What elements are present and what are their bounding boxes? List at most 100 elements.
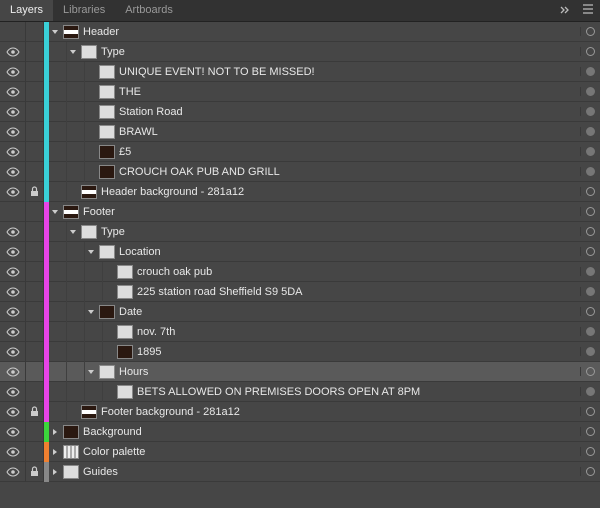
visibility-toggle[interactable] (0, 282, 26, 302)
tab-libraries[interactable]: Libraries (53, 0, 115, 21)
disclosure-triangle[interactable] (49, 28, 61, 36)
panel-expand-icon[interactable] (560, 5, 576, 17)
layer-row[interactable]: THE (0, 82, 600, 102)
layer-row[interactable]: Type (0, 42, 600, 62)
visibility-toggle[interactable] (0, 162, 26, 182)
lock-toggle[interactable] (26, 302, 44, 322)
selection-indicator[interactable] (580, 147, 600, 156)
visibility-toggle[interactable] (0, 202, 26, 222)
visibility-toggle[interactable] (0, 242, 26, 262)
layer-label[interactable]: UNIQUE EVENT! NOT TO BE MISSED! (119, 66, 580, 78)
panel-menu-icon[interactable] (582, 4, 594, 17)
lock-toggle[interactable] (26, 402, 44, 422)
lock-toggle[interactable] (26, 442, 44, 462)
selection-indicator[interactable] (580, 407, 600, 416)
layer-label[interactable]: BETS ALLOWED ON PREMISES DOORS OPEN AT 8… (137, 386, 580, 398)
layer-row[interactable]: Footer background - 281a12 (0, 402, 600, 422)
selection-indicator[interactable] (580, 307, 600, 316)
visibility-toggle[interactable] (0, 42, 26, 62)
disclosure-triangle[interactable] (67, 48, 79, 56)
lock-toggle[interactable] (26, 82, 44, 102)
layer-label[interactable]: £5 (119, 146, 580, 158)
disclosure-triangle[interactable] (49, 448, 61, 456)
selection-indicator[interactable] (580, 427, 600, 436)
selection-indicator[interactable] (580, 347, 600, 356)
visibility-toggle[interactable] (0, 442, 26, 462)
layer-label[interactable]: Header (83, 26, 580, 38)
lock-toggle[interactable] (26, 122, 44, 142)
lock-toggle[interactable] (26, 242, 44, 262)
visibility-toggle[interactable] (0, 102, 26, 122)
layer-label[interactable]: Header background - 281a12 (101, 186, 580, 198)
layer-row[interactable]: Hours (0, 362, 600, 382)
tab-artboards[interactable]: Artboards (115, 0, 183, 21)
layer-label[interactable]: Hours (119, 366, 580, 378)
selection-indicator[interactable] (580, 247, 600, 256)
layer-label[interactable]: Footer background - 281a12 (101, 406, 580, 418)
selection-indicator[interactable] (580, 367, 600, 376)
disclosure-triangle[interactable] (85, 308, 97, 316)
visibility-toggle[interactable] (0, 82, 26, 102)
layer-row[interactable]: BRAWL (0, 122, 600, 142)
visibility-toggle[interactable] (0, 182, 26, 202)
selection-indicator[interactable] (580, 387, 600, 396)
layer-row[interactable]: BETS ALLOWED ON PREMISES DOORS OPEN AT 8… (0, 382, 600, 402)
layer-label[interactable]: Background (83, 426, 580, 438)
lock-toggle[interactable] (26, 322, 44, 342)
selection-indicator[interactable] (580, 167, 600, 176)
layer-label[interactable]: crouch oak pub (137, 266, 580, 278)
layer-row[interactable]: Type (0, 222, 600, 242)
selection-indicator[interactable] (580, 447, 600, 456)
layer-row[interactable]: Header (0, 22, 600, 42)
lock-toggle[interactable] (26, 182, 44, 202)
layer-label[interactable]: Type (101, 46, 580, 58)
visibility-toggle[interactable] (0, 402, 26, 422)
visibility-toggle[interactable] (0, 382, 26, 402)
lock-toggle[interactable] (26, 342, 44, 362)
visibility-toggle[interactable] (0, 262, 26, 282)
layer-row[interactable]: Header background - 281a12 (0, 182, 600, 202)
selection-indicator[interactable] (580, 207, 600, 216)
visibility-toggle[interactable] (0, 362, 26, 382)
layer-row[interactable]: Guides (0, 462, 600, 482)
lock-toggle[interactable] (26, 142, 44, 162)
selection-indicator[interactable] (580, 127, 600, 136)
lock-toggle[interactable] (26, 462, 44, 482)
layer-label[interactable]: CROUCH OAK PUB AND GRILL (119, 166, 580, 178)
layer-row[interactable]: Station Road (0, 102, 600, 122)
selection-indicator[interactable] (580, 107, 600, 116)
layer-label[interactable]: Color palette (83, 446, 580, 458)
layer-row[interactable]: CROUCH OAK PUB AND GRILL (0, 162, 600, 182)
lock-toggle[interactable] (26, 362, 44, 382)
disclosure-triangle[interactable] (85, 248, 97, 256)
layer-row[interactable]: UNIQUE EVENT! NOT TO BE MISSED! (0, 62, 600, 82)
lock-toggle[interactable] (26, 422, 44, 442)
selection-indicator[interactable] (580, 187, 600, 196)
selection-indicator[interactable] (580, 87, 600, 96)
layer-label[interactable]: Date (119, 306, 580, 318)
visibility-toggle[interactable] (0, 22, 26, 42)
layer-label[interactable]: BRAWL (119, 126, 580, 138)
visibility-toggle[interactable] (0, 422, 26, 442)
lock-toggle[interactable] (26, 102, 44, 122)
layer-label[interactable]: Guides (83, 466, 580, 478)
selection-indicator[interactable] (580, 27, 600, 36)
visibility-toggle[interactable] (0, 62, 26, 82)
selection-indicator[interactable] (580, 467, 600, 476)
visibility-toggle[interactable] (0, 342, 26, 362)
layer-row[interactable]: 1895 (0, 342, 600, 362)
visibility-toggle[interactable] (0, 322, 26, 342)
selection-indicator[interactable] (580, 47, 600, 56)
layer-label[interactable]: 1895 (137, 346, 580, 358)
visibility-toggle[interactable] (0, 302, 26, 322)
lock-toggle[interactable] (26, 22, 44, 42)
layer-label[interactable]: Location (119, 246, 580, 258)
tab-layers[interactable]: Layers (0, 0, 53, 21)
lock-toggle[interactable] (26, 42, 44, 62)
layer-row[interactable]: Background (0, 422, 600, 442)
layer-row[interactable]: Color palette (0, 442, 600, 462)
layer-label[interactable]: THE (119, 86, 580, 98)
visibility-toggle[interactable] (0, 142, 26, 162)
lock-toggle[interactable] (26, 222, 44, 242)
layer-row[interactable]: 225 station road Sheffield S9 5DA (0, 282, 600, 302)
